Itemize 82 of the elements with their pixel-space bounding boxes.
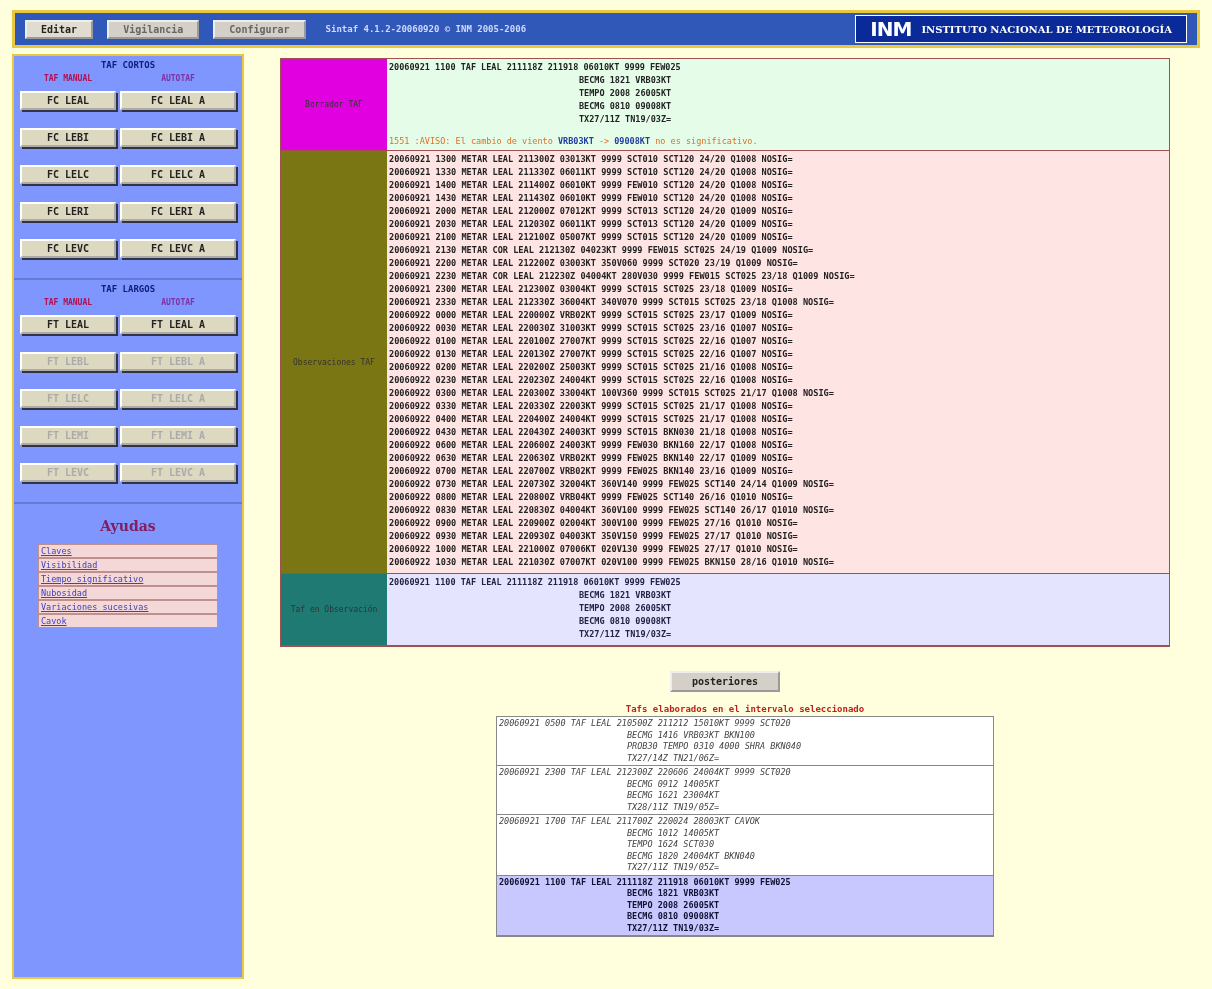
report-line: 20060922 0830 METAR LEAL 220830Z 04004KT 360V100 9999 FEW025 SCT140 26/17 Q1010 NOSIG= — [389, 504, 835, 517]
help-link[interactable]: Cavok — [38, 614, 218, 628]
report-line: 20060922 0300 METAR LEAL 220300Z 33004KT 100V360 9999 SCT015 SCT025 21/17 Q1008 NOSIG= — [389, 387, 835, 400]
column-heading: AUTOTAF — [160, 298, 196, 307]
report-line: 20060921 1300 METAR LEAL 211300Z 03013KT 9999 SCT010 SCT120 24/20 Q1008 NOSIG= — [389, 153, 794, 166]
report-line: 20060922 0330 METAR LEAL 220330Z 22003KT 9999 SCT015 SCT025 21/17 Q1008 NOSIG= — [389, 400, 794, 413]
report-line: 20060922 0930 METAR LEAL 220930Z 04003KT 350V150 9999 FEW025 27/17 Q1010 NOSIG= — [389, 530, 799, 543]
report-line: 20060922 0000 METAR LEAL 220000Z VRB02KT 9999 SCT015 SCT025 23/17 Q1009 NOSIG= — [389, 309, 794, 322]
report-line: 20060921 2300 METAR LEAL 212300Z 03004KT 9999 SCT015 SCT025 23/18 Q1009 NOSIG= — [389, 283, 794, 296]
autotaf-button[interactable]: FC LERI A — [120, 202, 236, 221]
report-line: 20060922 0600 METAR LEAL 220600Z 24003KT 9999 FEW030 BKN160 22/17 Q1008 NOSIG= — [389, 439, 794, 452]
report-line: 20060922 0700 METAR LEAL 220700Z VRB02KT 9999 FEW025 BKN140 23/16 Q1009 NOSIG= — [389, 465, 794, 478]
taf-button[interactable]: FT LEAL — [20, 315, 116, 334]
taf-button[interactable]: FC LEBI — [20, 128, 116, 147]
report-line: BECMG 0810 09008KT — [578, 100, 673, 113]
report-line: 20060922 0030 METAR LEAL 220030Z 31003KT 9999 SCT015 SCT025 23/16 Q1007 NOSIG= — [389, 322, 794, 335]
report-line: 20060921 2330 METAR LEAL 212330Z 36004KT 340V070 9999 SCT015 SCT025 23/18 Q1008 NOSIG= — [389, 296, 835, 309]
report-line: 20060921 2030 METAR LEAL 212030Z 06011KT 9999 SCT013 SCT120 24/20 Q1009 NOSIG= — [389, 218, 794, 231]
report-line: 20060922 0800 METAR LEAL 220800Z VRB04KT 9999 FEW025 SCT140 26/16 Q1010 NOSIG= — [389, 491, 794, 504]
taf-button[interactable]: FC LEVC — [20, 239, 116, 258]
report-line: 20060921 2000 METAR LEAL 212000Z 07012KT 9999 SCT013 SCT120 24/20 Q1009 NOSIG= — [389, 205, 794, 218]
taf-button[interactable]: FC LERI — [20, 202, 116, 221]
autotaf-button[interactable]: FC LEVC A — [120, 239, 236, 258]
logo-mark: INM — [870, 17, 912, 41]
help-link[interactable]: Tiempo significativo — [38, 572, 218, 586]
report-line: TEMPO 2008 26005KT — [578, 87, 673, 100]
report-line: 20060922 0100 METAR LEAL 220100Z 27007KT 9999 SCT015 SCT025 22/16 Q1007 NOSIG= — [389, 335, 794, 348]
report-line: 20060922 0230 METAR LEAL 220230Z 24004KT 9999 SCT015 SCT025 22/16 Q1008 NOSIG= — [389, 374, 794, 387]
report-line: 20060922 0400 METAR LEAL 220400Z 24004KT 9999 SCT015 SCT025 21/17 Q1008 NOSIG= — [389, 413, 794, 426]
help-link[interactable]: Visibilidad — [38, 558, 218, 572]
report-line: TEMPO 2008 26005KT — [578, 602, 673, 615]
report-line: 20060921 1400 METAR LEAL 211400Z 06010KT 9999 FEW010 SCT120 24/20 Q1008 NOSIG= — [389, 179, 794, 192]
report-line: BECMG 1821 VRB03KT — [578, 589, 673, 602]
report-line: 20060922 0900 METAR LEAL 220900Z 02004KT 300V100 9999 FEW025 27/16 Q1010 NOSIG= — [389, 517, 799, 530]
report-line: 20060921 2130 METAR COR LEAL 212130Z 04023KT 9999 FEW015 SCT025 24/19 Q1009 NOSIG= — [389, 244, 815, 257]
report-line: TX27/11Z TN19/03Z= — [578, 113, 673, 126]
taf-entry[interactable]: 20060921 1700 TAF LEAL 211700Z 220024 28003KT CAVOK BECMG 1012 14005KT TEMPO 1624 SCT030 BECMG 1820 24004KT BKN040 TX27/11Z TN19/05Z= — [497, 815, 993, 876]
version-text: Sintaf 4.1.2-20060920 © INM 2005-2006 — [325, 24, 527, 34]
menu-button[interactable]: Configurar — [213, 19, 306, 39]
report-line: 20060922 0430 METAR LEAL 220430Z 24003KT 9999 SCT015 BKN030 21/18 Q1008 NOSIG= — [389, 426, 794, 439]
taf-entry[interactable]: 20060921 1100 TAF LEAL 211118Z 211918 06010KT 9999 FEW025 BECMG 1821 VRB03KT TEMPO 2008 26005KT BECMG 0810 09008KT TX27/11Z TN19/03Z= — [497, 875, 993, 936]
history-title: Tafs elaborados en el intervalo seleccionado — [625, 704, 865, 714]
menu-button[interactable]: Editar — [25, 19, 94, 39]
institute-name: INSTITUTO NACIONAL DE METEOROLOGÍA — [921, 23, 1172, 35]
taf-button[interactable]: FC LEAL — [20, 91, 116, 110]
column-heading: TAF MANUAL — [42, 74, 94, 83]
report-line: 20060922 0730 METAR LEAL 220730Z 32004KT 360V140 9999 FEW025 SCT140 24/14 Q1009 NOSIG= — [389, 478, 835, 491]
report-line: 20060922 0130 METAR LEAL 220130Z 27007KT 9999 SCT015 SCT025 22/16 Q1007 NOSIG= — [389, 348, 794, 361]
taf-button[interactable]: FC LELC — [20, 165, 116, 184]
taf-entry[interactable]: 20060921 2300 TAF LEAL 212300Z 220606 24004KT 9999 SCT020 BECMG 0912 14005KT BECMG 1621 23004KT TX28/11Z TN19/05Z= — [497, 766, 993, 815]
menu-button[interactable]: Vigilancia — [107, 19, 200, 39]
report-line: 20060922 1000 METAR LEAL 221000Z 07006KT 020V130 9999 FEW025 27/17 Q1010 NOSIG= — [389, 543, 799, 556]
report-line: 20060922 0200 METAR LEAL 220200Z 25003KT 9999 SCT015 SCT025 21/16 Q1008 NOSIG= — [389, 361, 794, 374]
report-line: TX27/11Z TN19/03Z= — [578, 628, 673, 641]
report-line: BECMG 1821 VRB03KT — [578, 74, 673, 87]
autotaf-button[interactable]: FC LEBI A — [120, 128, 236, 147]
report-line: 20060921 2200 METAR LEAL 212200Z 03003KT 350V060 9999 SCT020 23/19 Q1009 NOSIG= — [389, 257, 799, 270]
column-heading: AUTOTAF — [160, 74, 196, 83]
autotaf-button[interactable]: FC LELC A — [120, 165, 236, 184]
autotaf-button[interactable]: FC LEAL A — [120, 91, 236, 110]
warning-message: 1551 :AVISO: El cambio de viento VRB03KT -> 09008KT no es significativo. — [389, 136, 759, 146]
report-line: 20060921 1100 TAF LEAL 211118Z 211918 06010KT 9999 FEW025 — [389, 576, 682, 589]
report-line: BECMG 0810 09008KT — [578, 615, 673, 628]
report-line: 20060921 1430 METAR LEAL 211430Z 06010KT 9999 FEW010 SCT120 24/20 Q1008 NOSIG= — [389, 192, 794, 205]
report-line: 20060921 1330 METAR LEAL 211330Z 06011KT 9999 SCT010 SCT120 24/20 Q1008 NOSIG= — [389, 166, 794, 179]
help-link[interactable]: Variaciones sucesivas — [38, 600, 218, 614]
report-line: 20060921 1100 TAF LEAL 211118Z 211918 06010KT 9999 FEW025 — [389, 61, 682, 74]
next-button[interactable]: posteriores — [669, 671, 781, 692]
section-label: Borrador TAF — [281, 59, 387, 150]
help-link[interactable]: Nubosidad — [38, 586, 218, 600]
report-line: 20060922 0630 METAR LEAL 220630Z VRB02KT 9999 FEW025 BKN140 22/17 Q1009 NOSIG= — [389, 452, 794, 465]
column-heading: TAF MANUAL — [42, 298, 94, 307]
taf-entry[interactable]: 20060921 0500 TAF LEAL 210500Z 211212 15010KT 9999 SCT020 BECMG 1416 VRB03KT BKN100 PROB30 TEMPO 0310 4000 SHRA BKN040 TX27/14Z TN21/06Z= — [497, 717, 993, 766]
help-link[interactable]: Claves — [38, 544, 218, 558]
section-label: Observaciones TAF — [281, 151, 387, 573]
report-line: 20060922 1030 METAR LEAL 221030Z 07007KT 020V100 9999 FEW025 BKN150 28/16 Q1010 NOSIG= — [389, 556, 835, 569]
report-line: 20060921 2100 METAR LEAL 212100Z 05007KT 9999 SCT015 SCT120 24/20 Q1009 NOSIG= — [389, 231, 794, 244]
autotaf-button[interactable]: FT LEAL A — [120, 315, 236, 334]
group-title: TAF CORTOS — [99, 60, 157, 70]
report-line: 20060921 2230 METAR COR LEAL 212230Z 04004KT 280V030 9999 FEW015 SCT025 23/18 Q1009 NOSIG= — [389, 270, 856, 283]
help-title: Ayudas — [100, 518, 156, 534]
group-title: TAF LARGOS — [99, 284, 157, 294]
